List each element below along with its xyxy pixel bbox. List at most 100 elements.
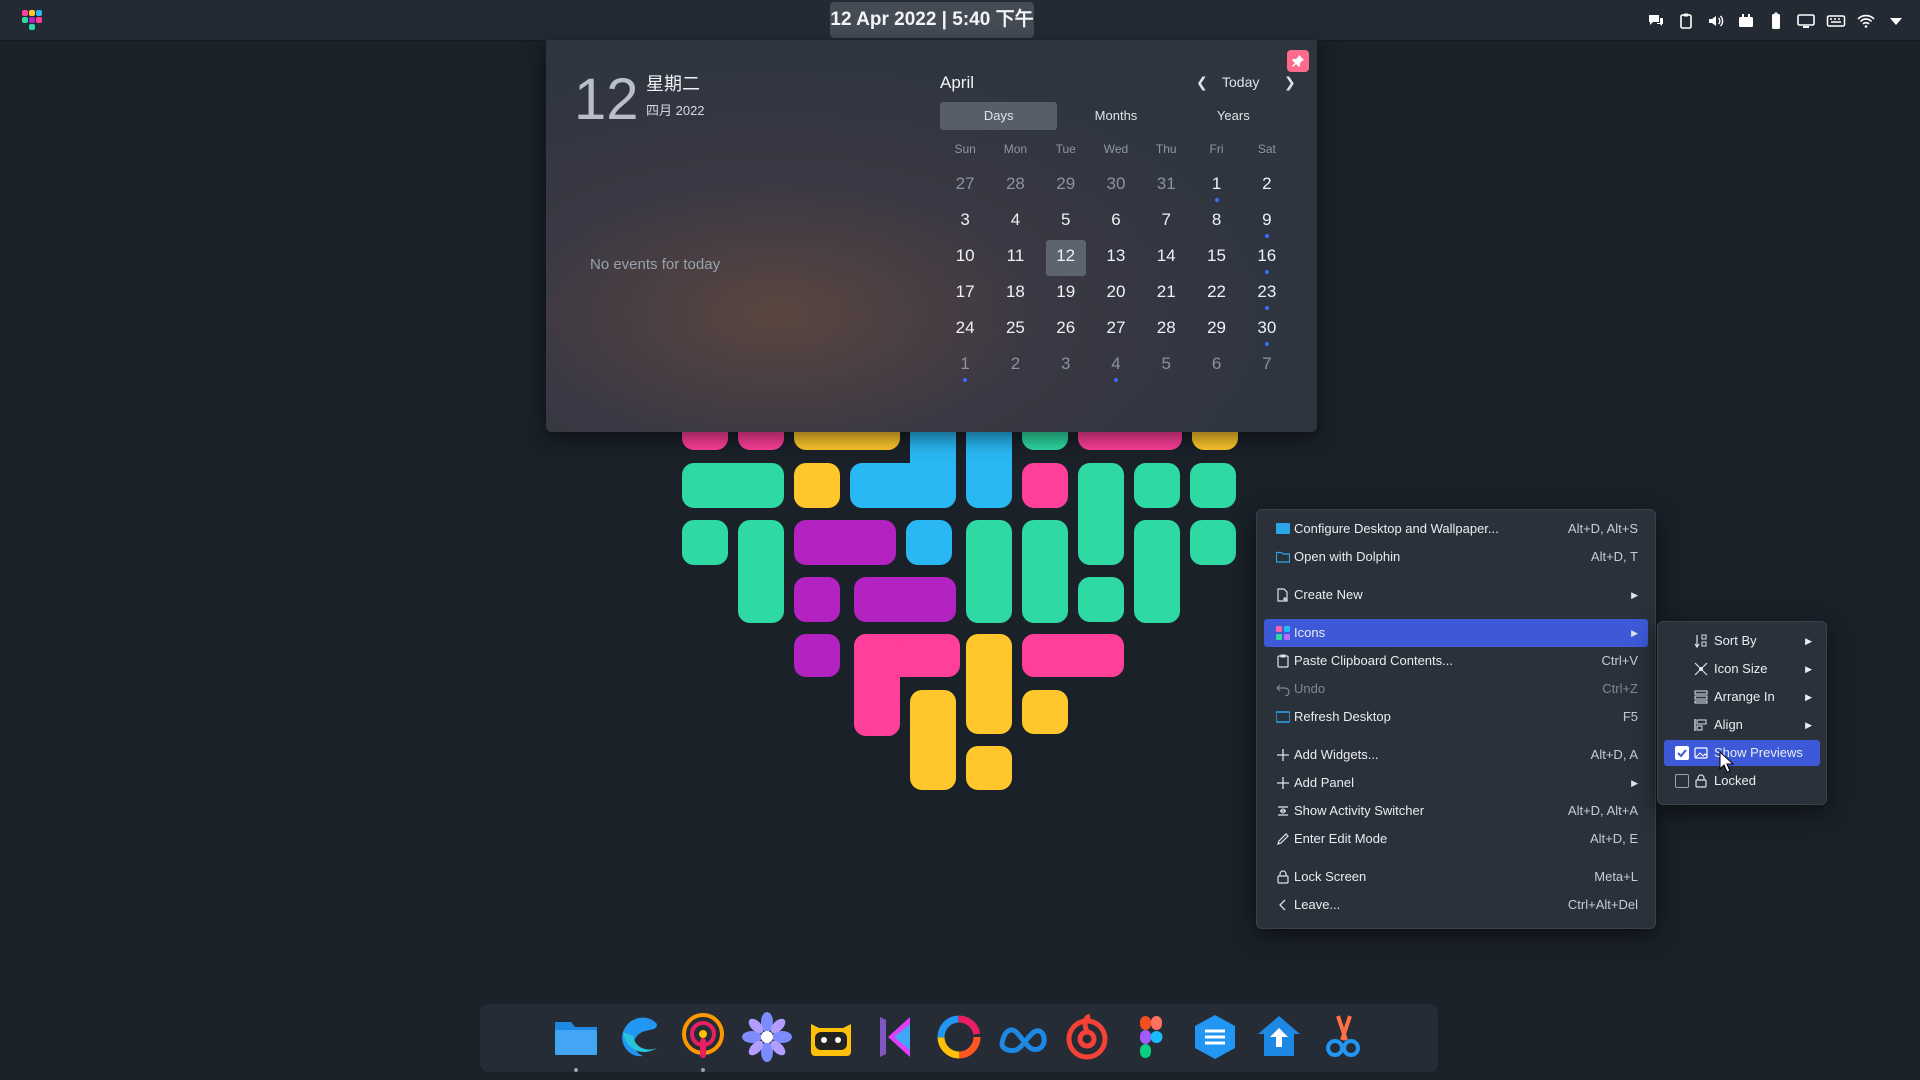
calendar-day[interactable]: 30 [1091,168,1141,204]
event-indicator-dot [1214,198,1219,202]
calendar-day[interactable]: 6 [1091,204,1141,240]
menu-item-configure-desktop[interactable]: Configure Desktop and Wallpaper... Alt+D… [1264,515,1648,543]
locked-checkbox[interactable] [1675,774,1689,788]
notes-app-icon[interactable] [1190,1012,1240,1062]
calendar-day[interactable]: 5 [1141,348,1191,384]
submenu-item-locked[interactable]: Locked [1664,768,1820,794]
calendar-day[interactable]: 3 [1041,348,1091,384]
calendar-day[interactable]: 17 [940,276,990,312]
tab-years[interactable]: Years [1175,102,1292,130]
calendar-day[interactable]: 27 [940,168,990,204]
submenu-item-show-previews[interactable]: Show Previews [1664,740,1820,766]
previous-month-button[interactable]: ❮ [1196,74,1208,91]
calendar-day[interactable]: 7 [1141,204,1191,240]
calendar-day-number-label: 1 [960,354,970,373]
cat-app-icon[interactable] [806,1012,856,1062]
menu-item-lock-screen[interactable]: Lock Screen Meta+L [1264,863,1648,891]
calendar-day[interactable]: 11 [990,240,1040,276]
calendar-day[interactable]: 29 [1191,312,1241,348]
dolphin-files-icon[interactable] [551,1012,601,1072]
calendar-day[interactable]: 24 [940,312,990,348]
calendar-day[interactable]: 8 [1191,204,1241,240]
keyboard-icon[interactable] [1826,11,1846,31]
netease-music-icon[interactable] [1062,1012,1112,1062]
battery-charging-icon[interactable] [1736,11,1756,31]
calendar-day[interactable]: 15 [1191,240,1241,276]
calendar-day[interactable]: 26 [1041,312,1091,348]
menu-item-paste[interactable]: Paste Clipboard Contents... Ctrl+V [1264,647,1648,675]
calendar-day[interactable]: 5 [1041,204,1091,240]
wifi-icon[interactable] [1856,11,1876,31]
calendar-day[interactable]: 21 [1141,276,1191,312]
tab-months[interactable]: Months [1057,102,1174,130]
menu-item-icons[interactable]: Icons ▶ [1264,619,1648,647]
volume-icon[interactable] [1706,11,1726,31]
clipboard-icon[interactable] [1676,11,1696,31]
pin-button[interactable] [1287,50,1309,72]
menu-item-create-new[interactable]: Create New ▶ [1264,581,1648,609]
color-ring-icon[interactable] [934,1012,984,1062]
menu-item-leave[interactable]: Leave... Ctrl+Alt+Del [1264,891,1648,919]
menu-item-undo[interactable]: Undo Ctrl+Z [1264,675,1648,703]
calendar-day[interactable]: 16 [1242,240,1292,276]
today-button[interactable]: Today [1222,74,1259,90]
calendar-day[interactable]: 3 [940,204,990,240]
tab-days[interactable]: Days [940,102,1058,130]
calendar-day[interactable]: 1 [1191,168,1241,204]
next-month-button[interactable]: ❯ [1284,74,1296,91]
calendar-day[interactable]: 20 [1091,276,1141,312]
home-arrow-app-icon[interactable] [1254,1012,1304,1062]
calendar-day[interactable]: 31 [1141,168,1191,204]
calendar-day[interactable]: 2 [1242,168,1292,204]
calendar-day-number-label: 27 [1106,318,1126,337]
kdeconnect-icon[interactable] [1646,11,1666,31]
calendar-day[interactable]: 2 [990,348,1040,384]
calendar-day[interactable]: 14 [1141,240,1191,276]
calendar-day-today[interactable]: 12 [1045,240,1086,276]
submenu-item-arrange-in[interactable]: Arrange In ▶ [1664,684,1820,710]
app-launcher-icon[interactable] [20,8,44,32]
menu-item-open-with-dolphin[interactable]: Open with Dolphin Alt+D, T [1264,543,1648,571]
calendar-day[interactable]: 19 [1041,276,1091,312]
calendar-day-number-label: 29 [1207,318,1226,337]
calendar-day[interactable]: 9 [1242,204,1292,240]
edge-browser-icon[interactable] [615,1012,665,1062]
calendar-day[interactable]: 1 [940,348,990,384]
calendar-day[interactable]: 23 [1242,276,1292,312]
calendar-day-number-label: 2 [1262,174,1272,193]
calendar-day[interactable]: 4 [990,204,1040,240]
podcast-icon[interactable] [678,1012,728,1072]
calendar-day[interactable]: 30 [1242,312,1292,348]
submenu-item-icon-size[interactable]: Icon Size ▶ [1664,656,1820,682]
digital-clock[interactable]: 12 Apr 2022 | 5:40 下午 [830,2,1034,38]
expand-tray-icon[interactable] [1886,11,1906,31]
menu-item-activity-switcher[interactable]: Show Activity Switcher Alt+D, Alt+A [1264,797,1648,825]
calendar-day[interactable]: 25 [990,312,1040,348]
calendar-day[interactable]: 4 [1091,348,1141,384]
flower-app-icon[interactable] [742,1012,792,1062]
kdevelop-icon[interactable] [870,1012,920,1062]
display-icon[interactable] [1796,11,1816,31]
meta-icon[interactable] [998,1012,1048,1062]
battery-icon[interactable] [1766,11,1786,31]
calendar-day[interactable]: 28 [1141,312,1191,348]
figma-icon[interactable] [1126,1012,1176,1062]
calendar-day[interactable]: 13 [1091,240,1141,276]
calendar-day[interactable]: 18 [990,276,1040,312]
submenu-item-align[interactable]: Align ▶ [1664,712,1820,738]
calendar-grid: 27 28 29 30 31 1 2 3 4 5 6 7 8 9 10 11 12 13 14 15 16 17 18 19 2… [940,168,1292,384]
menu-item-edit-mode[interactable]: Enter Edit Mode Alt+D, E [1264,825,1648,853]
menu-item-add-widgets[interactable]: Add Widgets... Alt+D, A [1264,741,1648,769]
submenu-item-sort-by[interactable]: Sort By ▶ [1664,628,1820,654]
calendar-day[interactable]: 28 [990,168,1040,204]
menu-item-add-panel[interactable]: Add Panel ▶ [1264,769,1648,797]
menu-item-refresh-desktop[interactable]: Refresh Desktop F5 [1264,703,1648,731]
calendar-day[interactable]: 29 [1041,168,1091,204]
show-previews-checkbox[interactable] [1675,746,1689,760]
calendar-day[interactable]: 10 [940,240,990,276]
calendar-day[interactable]: 27 [1091,312,1141,348]
calendar-day[interactable]: 6 [1191,348,1241,384]
calendar-day[interactable]: 22 [1191,276,1241,312]
screenshot-scissors-icon[interactable] [1318,1012,1368,1062]
calendar-day[interactable]: 7 [1242,348,1292,384]
